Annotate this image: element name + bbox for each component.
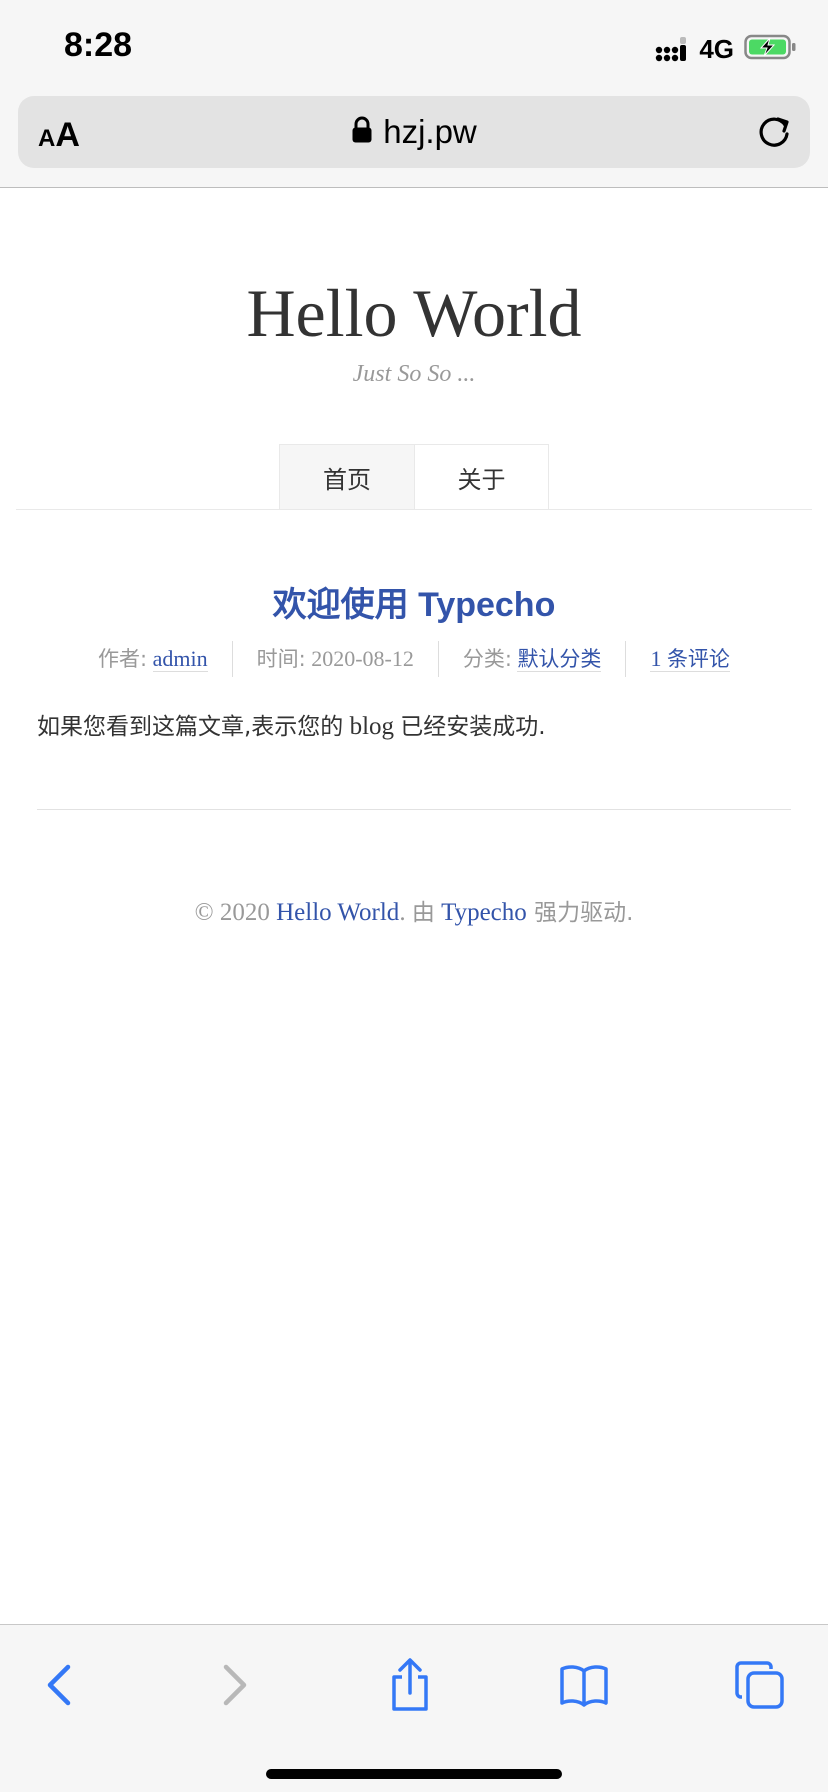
meta-category: 分类: 默认分类 <box>437 641 626 677</box>
url-display[interactable]: hzj.pw <box>18 96 810 168</box>
footer-engine-link[interactable]: Typecho <box>441 899 527 926</box>
author-label: 作者: <box>98 647 148 671</box>
meta-author: 作者: admin <box>74 641 232 677</box>
author-link[interactable]: admin <box>152 646 208 672</box>
lock-icon <box>351 116 373 149</box>
comments-count: 1 <box>650 646 662 671</box>
browser-toolbar <box>0 1624 828 1792</box>
home-indicator <box>266 1769 562 1779</box>
footer: © 2020 Hello World. 由 Typecho 强力驱动. <box>0 893 828 927</box>
browser-top-bar: A A hzj.pw <box>0 92 828 188</box>
comments-link[interactable]: 1 条评论 <box>650 646 730 672</box>
address-bar[interactable]: A A hzj.pw <box>18 96 810 168</box>
comments-text: 条评论 <box>666 647 730 671</box>
reload-icon[interactable] <box>754 112 794 157</box>
post-title[interactable]: 欢迎使用 Typecho <box>0 577 828 626</box>
site-description: Just So So ... <box>352 361 476 387</box>
post-content: 如果您看到这篇文章,表示您的 blog 已经安装成功. <box>37 707 791 741</box>
content-divider <box>37 809 791 810</box>
signal-bars-icon <box>655 36 689 62</box>
main-nav: 首页 关于 <box>279 444 549 510</box>
status-time: 8:28 <box>64 26 133 64</box>
category-label: 分类: <box>462 647 512 671</box>
footer-copyright: © 2020 <box>194 899 277 926</box>
footer-by: 由 <box>411 900 435 926</box>
post-meta: 作者: admin 时间: 2020-08-12 分类: 默认分类 1 条评论 <box>30 641 798 677</box>
share-icon[interactable] <box>380 1655 440 1715</box>
content-text-1: 如果您看到这篇文章,表示您的 <box>37 714 344 740</box>
content-text-3: 已经安装成功. <box>400 714 546 740</box>
post-date: 2020-08-12 <box>311 646 414 671</box>
battery-charging-icon <box>744 34 798 65</box>
network-type: 4G <box>699 33 734 64</box>
nav-divider <box>16 509 812 510</box>
category-link[interactable]: 默认分类 <box>517 647 602 672</box>
meta-comments: 1 条评论 <box>625 641 754 677</box>
forward-icon[interactable] <box>204 1655 264 1715</box>
status-bar: 8:28 4G <box>0 0 828 92</box>
url-text: hzj.pw <box>383 113 477 150</box>
status-indicators: 4G <box>655 34 798 64</box>
nav-item-home[interactable]: 首页 <box>279 444 414 510</box>
footer-site-link[interactable]: Hello World <box>276 899 399 926</box>
web-page: Hello World Just So So ... 首页 关于 欢迎使用 Ty… <box>0 189 828 1624</box>
nav-item-about[interactable]: 关于 <box>414 444 549 510</box>
content-text-2: blog <box>343 713 401 740</box>
back-icon[interactable] <box>30 1655 90 1715</box>
tabs-icon[interactable] <box>730 1655 790 1715</box>
meta-time: 时间: 2020-08-12 <box>231 641 438 677</box>
time-label: 时间: <box>256 647 306 671</box>
footer-powered: 强力驱动. <box>526 900 634 926</box>
footer-dot: . <box>399 899 412 926</box>
bookmarks-icon[interactable] <box>554 1655 614 1715</box>
site-title[interactable]: Hello World <box>0 273 828 353</box>
